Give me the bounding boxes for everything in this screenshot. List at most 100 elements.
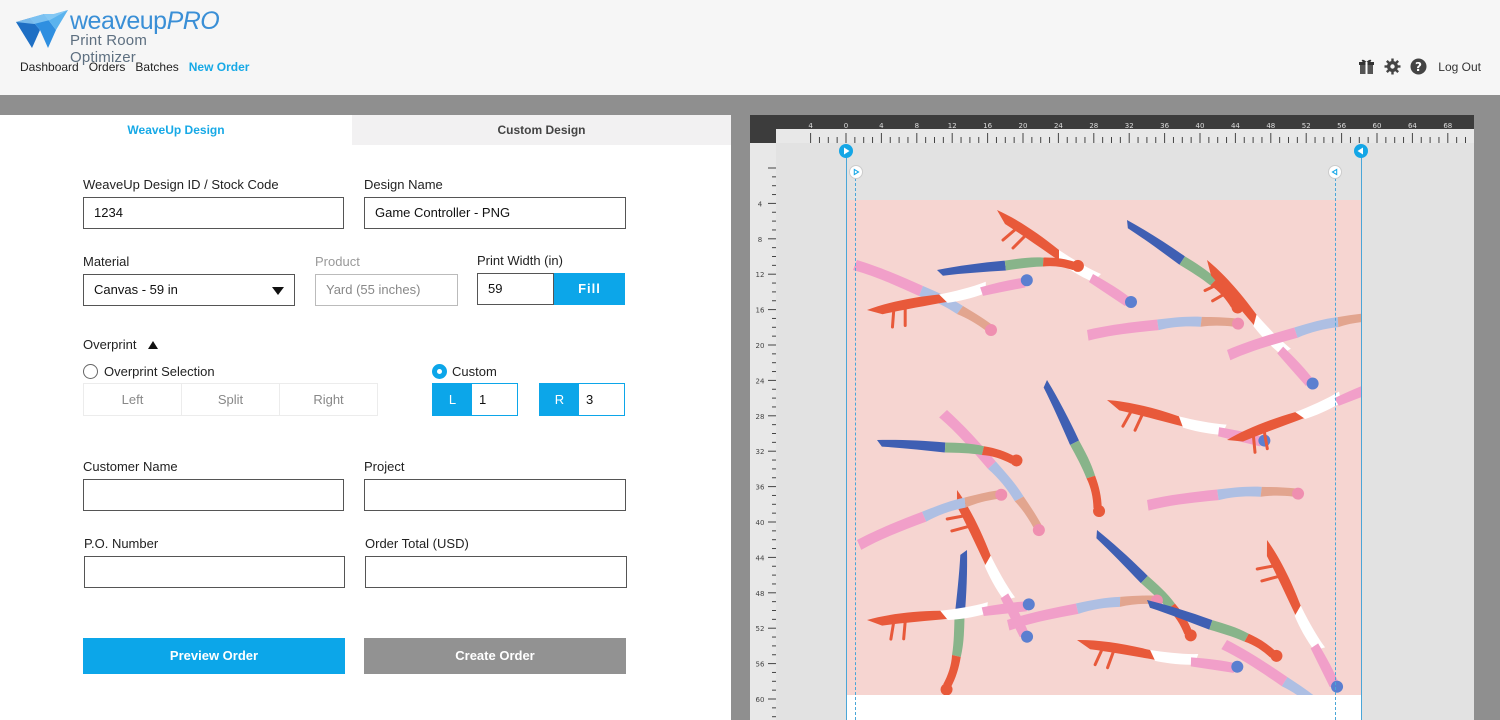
chevron-down-icon xyxy=(272,287,284,295)
design-id-input[interactable]: 1234 xyxy=(83,197,344,229)
brand-name-part2: PRO xyxy=(166,7,220,35)
po-number-label: P.O. Number xyxy=(84,536,159,551)
ruler-top-label: 52 xyxy=(1302,122,1311,130)
overprint-right-option[interactable]: Right xyxy=(280,384,377,415)
overprint-toggle-label[interactable]: Overprint xyxy=(83,337,136,352)
print-width-input[interactable]: 59 xyxy=(477,273,554,305)
custom-overprint-label: Custom xyxy=(452,364,497,379)
overprint-position-segment: Left Split Right xyxy=(83,383,378,416)
svg-text:?: ? xyxy=(1415,60,1422,74)
ruler-top-label: 40 xyxy=(1196,122,1205,130)
unprinted-area xyxy=(847,695,1362,720)
ruler-left-label: 52 xyxy=(756,625,765,633)
fill-button[interactable]: Fill xyxy=(554,273,625,305)
ruler-left-label: 56 xyxy=(756,661,765,669)
overprint-left-field[interactable]: L 1 xyxy=(432,383,518,416)
ruler-left: 481216202428323640444852566064 xyxy=(750,143,776,720)
brand-name-part1: weaveup xyxy=(70,7,167,35)
ruler-left-label: 36 xyxy=(756,484,765,492)
tab-custom-design[interactable]: Custom Design xyxy=(352,115,731,145)
overprint-left-value[interactable]: 1 xyxy=(472,384,517,415)
caret-up-icon[interactable] xyxy=(148,341,158,349)
ruler-top-label: 36 xyxy=(1160,122,1169,130)
overprint-right-guide[interactable] xyxy=(1335,173,1336,720)
ruler-top-label: 24 xyxy=(1054,122,1063,130)
nav-dashboard[interactable]: Dashboard xyxy=(20,60,79,74)
brand-name: weaveupPRO xyxy=(70,7,220,35)
help-icon[interactable]: ? xyxy=(1410,58,1427,75)
gear-icon[interactable] xyxy=(1384,58,1401,75)
customer-name-input[interactable] xyxy=(83,479,344,511)
ruler-left-label: 12 xyxy=(756,271,765,279)
overprint-selection-radio[interactable] xyxy=(83,364,98,379)
customer-name-label: Customer Name xyxy=(83,459,178,474)
print-preview-panel: 4 0 4 8 12 16 20 24 28 32 36 40 44 48 52 56 60 64 68 4 8 12 1… xyxy=(750,115,1474,720)
nav-new-order[interactable]: New Order xyxy=(189,60,250,74)
play-right-icon[interactable] xyxy=(1354,144,1368,158)
material-select[interactable]: Canvas - 59 in xyxy=(83,274,295,306)
gift-icon[interactable] xyxy=(1358,58,1375,75)
ruler-top-label: 60 xyxy=(1373,122,1382,130)
order-form-panel: WeaveUp Design Custom Design WeaveUp Des… xyxy=(0,115,731,720)
ruler-left-label: 24 xyxy=(756,377,765,385)
preview-order-button[interactable]: Preview Order xyxy=(83,638,345,674)
overprint-split-option[interactable]: Split xyxy=(182,384,280,415)
ruler-top-label: 16 xyxy=(983,122,992,130)
print-width-label: Print Width (in) xyxy=(477,253,563,268)
app-header: weaveupPRO Print Room Optimizer Dashboar… xyxy=(0,0,1500,95)
design-name-input[interactable]: Game Controller - PNG xyxy=(364,197,626,229)
overprint-left-tag: L xyxy=(433,384,472,415)
ruler-left-label: 48 xyxy=(756,590,765,598)
ruler-left-label: 60 xyxy=(756,696,765,704)
ruler-top-label: 20 xyxy=(1019,122,1028,130)
product-input[interactable]: Yard (55 inches) xyxy=(315,274,458,306)
logo-mark-icon xyxy=(16,10,68,48)
print-edge-left-guide[interactable] xyxy=(846,155,847,720)
ruler-left-label: 44 xyxy=(756,554,765,562)
create-order-button[interactable]: Create Order xyxy=(364,638,626,674)
design-name-label: Design Name xyxy=(364,177,443,192)
overprint-selection-label: Overprint Selection xyxy=(104,364,215,379)
material-select-value: Canvas - 59 in xyxy=(94,282,178,297)
ruler-top-label: 48 xyxy=(1266,122,1275,130)
print-edge-right-guide[interactable] xyxy=(1361,155,1362,720)
ruler-top-label: 64 xyxy=(1408,122,1417,130)
material-label: Material xyxy=(83,254,130,269)
tab-weaveup-design[interactable]: WeaveUp Design xyxy=(0,115,352,145)
design-pattern-preview xyxy=(847,200,1362,695)
overprint-left-option[interactable]: Left xyxy=(84,384,182,415)
overprint-right-tag: R xyxy=(540,384,579,415)
overprint-right-field[interactable]: R 3 xyxy=(539,383,625,416)
ruler-top-label: 12 xyxy=(948,122,957,130)
ruler-left-label: 20 xyxy=(756,342,765,350)
main-nav: Dashboard Orders Batches New Order xyxy=(20,60,249,74)
ruler-top-label: 56 xyxy=(1337,122,1346,130)
order-total-input[interactable] xyxy=(365,556,627,588)
ruler-top-label: 4 xyxy=(808,122,813,130)
ruler-top-label: 0 xyxy=(844,122,848,130)
custom-overprint-radio[interactable] xyxy=(432,364,447,379)
po-number-input[interactable] xyxy=(84,556,345,588)
play-left-icon[interactable] xyxy=(839,144,853,158)
ruler-left-label: 16 xyxy=(756,307,765,315)
ruler-top-label: 32 xyxy=(1125,122,1134,130)
nav-orders[interactable]: Orders xyxy=(89,60,126,74)
ruler-top-label: 28 xyxy=(1089,122,1098,130)
design-id-label: WeaveUp Design ID / Stock Code xyxy=(83,177,279,192)
ruler-top-label: 68 xyxy=(1443,122,1452,130)
logo[interactable]: weaveupPRO Print Room Optimizer xyxy=(14,8,220,66)
header-actions: ? Log Out xyxy=(1358,58,1481,75)
product-label: Product xyxy=(315,254,360,269)
overprint-left-handle-icon[interactable] xyxy=(849,165,863,179)
nav-batches[interactable]: Batches xyxy=(135,60,178,74)
project-input[interactable] xyxy=(364,479,626,511)
ruler-left-label: 28 xyxy=(756,413,765,421)
overprint-left-guide[interactable] xyxy=(855,173,856,720)
order-total-label: Order Total (USD) xyxy=(365,536,469,551)
ruler-top-label: 4 xyxy=(879,122,884,130)
ruler-left-label: 32 xyxy=(756,448,765,456)
overprint-right-value[interactable]: 3 xyxy=(579,384,624,415)
ruler-top-label: 44 xyxy=(1231,122,1240,130)
logout-link[interactable]: Log Out xyxy=(1438,60,1481,74)
overprint-right-handle-icon[interactable] xyxy=(1328,165,1342,179)
